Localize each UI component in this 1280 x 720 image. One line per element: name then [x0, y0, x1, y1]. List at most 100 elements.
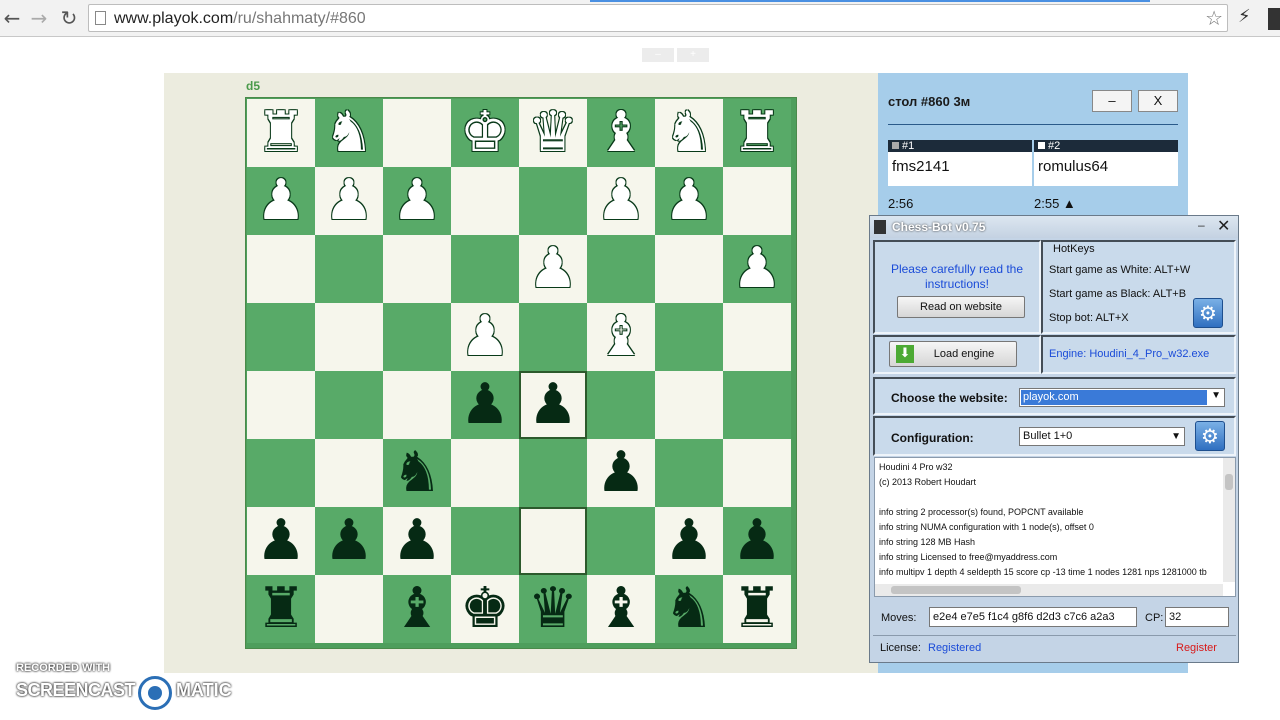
menu-icon[interactable] — [1268, 8, 1280, 30]
black-rook-icon[interactable]: ♜ — [247, 575, 315, 643]
square-d8[interactable]: ♛ — [519, 575, 587, 643]
white-pawn-icon[interactable]: ♟ — [655, 167, 723, 235]
square-e1[interactable]: ♚ — [451, 99, 519, 167]
square-e7[interactable] — [451, 507, 519, 575]
square-a6[interactable] — [723, 439, 791, 507]
square-f2[interactable]: ♟ — [383, 167, 451, 235]
square-h2[interactable]: ♟ — [247, 167, 315, 235]
seat-1[interactable]: #1 fms2141 — [888, 140, 1032, 186]
website-select[interactable]: playok.com ▼ — [1019, 388, 1225, 407]
square-h1[interactable]: ♜ — [247, 99, 315, 167]
forward-arrow-icon[interactable]: → — [27, 6, 51, 30]
square-b8[interactable]: ♞ — [655, 575, 723, 643]
square-e4[interactable]: ♟ — [451, 303, 519, 371]
white-king-icon[interactable]: ♚ — [451, 99, 519, 167]
read-on-website-button[interactable]: Read on website — [897, 296, 1025, 318]
white-knight-icon[interactable]: ♞ — [655, 99, 723, 167]
square-b1[interactable]: ♞ — [655, 99, 723, 167]
square-d6[interactable] — [519, 439, 587, 507]
square-h5[interactable] — [247, 371, 315, 439]
white-pawn-icon[interactable]: ♟ — [451, 303, 519, 371]
square-a5[interactable] — [723, 371, 791, 439]
white-rook-icon[interactable]: ♜ — [723, 99, 791, 167]
square-g4[interactable] — [315, 303, 383, 371]
square-b4[interactable] — [655, 303, 723, 371]
square-e6[interactable] — [451, 439, 519, 507]
black-queen-icon[interactable]: ♛ — [519, 575, 587, 643]
square-g7[interactable]: ♟ — [315, 507, 383, 575]
white-knight-icon[interactable]: ♞ — [315, 99, 383, 167]
white-rook-icon[interactable]: ♜ — [247, 99, 315, 167]
black-pawn-icon[interactable]: ♟ — [587, 439, 655, 507]
white-bishop-icon[interactable]: ♝ — [587, 99, 655, 167]
seat-2[interactable]: #2 romulus64 — [1034, 140, 1178, 186]
gear-icon[interactable]: ⚙ — [1195, 421, 1225, 451]
square-h8[interactable]: ♜ — [247, 575, 315, 643]
square-f3[interactable] — [383, 235, 451, 303]
log-horizontal-scrollbar[interactable] — [875, 584, 1223, 596]
square-d2[interactable] — [519, 167, 587, 235]
square-a8[interactable]: ♜ — [723, 575, 791, 643]
log-vertical-scrollbar[interactable] — [1223, 458, 1235, 582]
black-pawn-icon[interactable]: ♟ — [315, 507, 383, 575]
square-a7[interactable]: ♟ — [723, 507, 791, 575]
black-pawn-icon[interactable]: ♟ — [519, 371, 587, 439]
square-c8[interactable]: ♝ — [587, 575, 655, 643]
square-g5[interactable] — [315, 371, 383, 439]
configuration-select[interactable]: Bullet 1+0 ▼ — [1019, 427, 1185, 446]
black-pawn-icon[interactable]: ♟ — [383, 507, 451, 575]
white-pawn-icon[interactable]: ♟ — [519, 235, 587, 303]
white-pawn-icon[interactable]: ♟ — [315, 167, 383, 235]
square-b2[interactable]: ♟ — [655, 167, 723, 235]
gear-icon[interactable]: ⚙ — [1193, 298, 1223, 328]
white-bishop-icon[interactable]: ♝ — [587, 303, 655, 371]
square-c2[interactable]: ♟ — [587, 167, 655, 235]
cp-field[interactable]: 32 — [1165, 607, 1229, 627]
square-h3[interactable] — [247, 235, 315, 303]
black-knight-icon[interactable]: ♞ — [655, 575, 723, 643]
reload-icon[interactable]: ↻ — [57, 6, 81, 30]
square-a4[interactable] — [723, 303, 791, 371]
black-bishop-icon[interactable]: ♝ — [587, 575, 655, 643]
lightning-icon[interactable]: ⚡ — [1238, 6, 1251, 27]
square-c3[interactable] — [587, 235, 655, 303]
zoom-in-button[interactable]: + — [677, 48, 709, 62]
square-h6[interactable] — [247, 439, 315, 507]
square-f1[interactable] — [383, 99, 451, 167]
engine-log[interactable]: Houdini 4 Pro w32 (c) 2013 Robert Houdar… — [874, 457, 1236, 597]
square-f7[interactable]: ♟ — [383, 507, 451, 575]
square-b3[interactable] — [655, 235, 723, 303]
square-e2[interactable] — [451, 167, 519, 235]
black-pawn-icon[interactable]: ♟ — [723, 507, 791, 575]
square-f5[interactable] — [383, 371, 451, 439]
square-d3[interactable]: ♟ — [519, 235, 587, 303]
table-minimize-button[interactable]: – — [1092, 90, 1132, 112]
square-f6[interactable]: ♞ — [383, 439, 451, 507]
square-g6[interactable] — [315, 439, 383, 507]
square-g2[interactable]: ♟ — [315, 167, 383, 235]
bot-minimize-button[interactable]: – — [1198, 218, 1205, 232]
square-d1[interactable]: ♛ — [519, 99, 587, 167]
square-c1[interactable]: ♝ — [587, 99, 655, 167]
square-d4[interactable] — [519, 303, 587, 371]
square-a2[interactable] — [723, 167, 791, 235]
back-arrow-icon[interactable]: ← — [0, 6, 24, 30]
white-pawn-icon[interactable]: ♟ — [723, 235, 791, 303]
square-c6[interactable]: ♟ — [587, 439, 655, 507]
url-text[interactable]: www.playok.com/ru/shahmaty/#860 — [114, 10, 366, 28]
square-g3[interactable] — [315, 235, 383, 303]
square-a3[interactable]: ♟ — [723, 235, 791, 303]
address-bar[interactable]: www.playok.com/ru/shahmaty/#860 ☆ — [88, 4, 1228, 32]
black-bishop-icon[interactable]: ♝ — [383, 575, 451, 643]
square-f8[interactable]: ♝ — [383, 575, 451, 643]
bot-close-button[interactable]: ✕ — [1217, 216, 1230, 236]
white-pawn-icon[interactable]: ♟ — [247, 167, 315, 235]
square-c4[interactable]: ♝ — [587, 303, 655, 371]
moves-field[interactable]: e2e4 e7e5 f1c4 g8f6 d2d3 c7c6 a2a3 — [929, 607, 1137, 627]
square-c7[interactable] — [587, 507, 655, 575]
square-e8[interactable]: ♚ — [451, 575, 519, 643]
square-b5[interactable] — [655, 371, 723, 439]
white-pawn-icon[interactable]: ♟ — [383, 167, 451, 235]
square-e5[interactable]: ♟ — [451, 371, 519, 439]
square-c5[interactable] — [587, 371, 655, 439]
